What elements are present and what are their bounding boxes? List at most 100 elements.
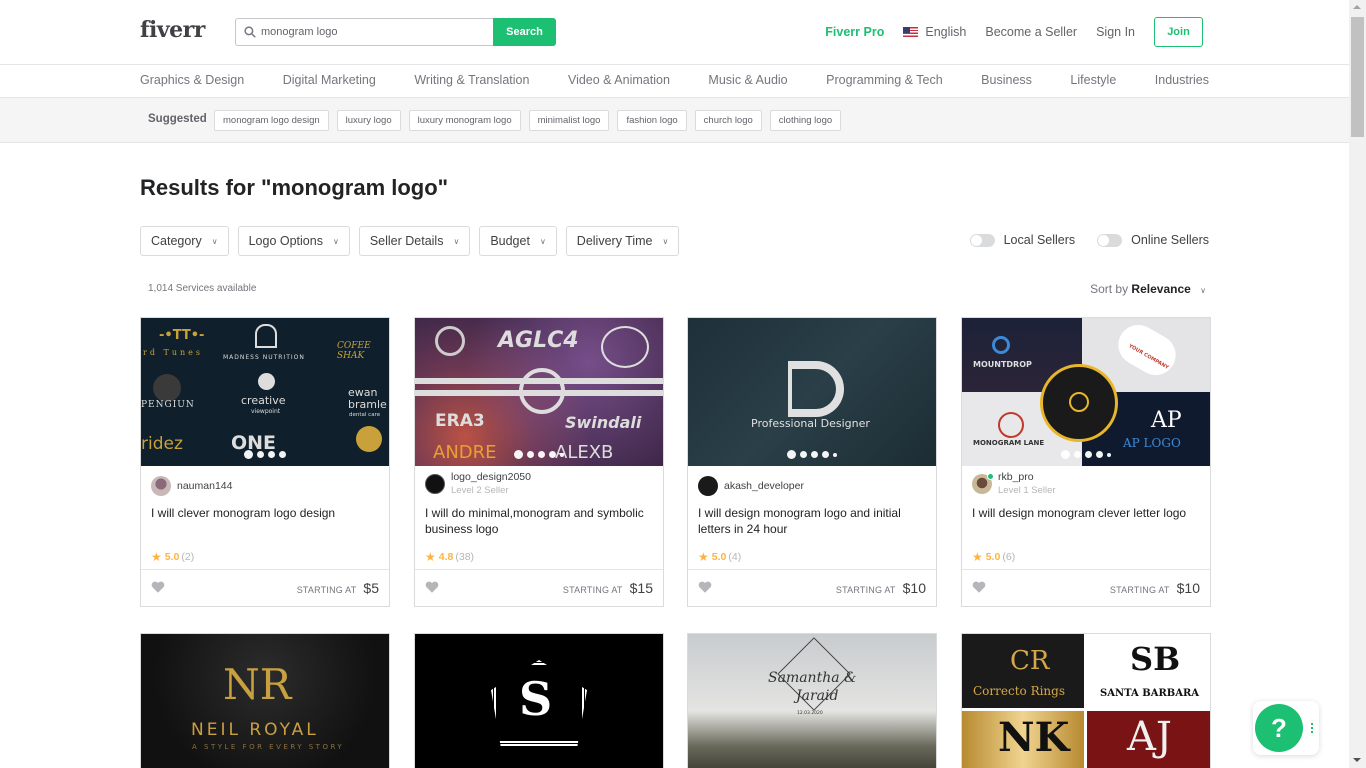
seller-avatar[interactable] — [425, 474, 445, 494]
carousel-dot[interactable] — [527, 451, 534, 458]
category-programming-tech[interactable]: Programming & Tech — [826, 73, 943, 87]
page-scrollbar[interactable] — [1349, 0, 1366, 768]
seller-name[interactable]: logo_design2050 — [451, 471, 531, 484]
more-options-icon[interactable] — [1311, 723, 1313, 735]
gig-image[interactable]: -•TT•- rd Tunes MADNESS NUTRITION COFEE … — [141, 318, 389, 466]
scroll-up-arrow-icon[interactable] — [1353, 5, 1361, 9]
carousel-dot[interactable] — [538, 451, 545, 458]
category-music-audio[interactable]: Music & Audio — [708, 73, 787, 87]
rating-score: 4.8 — [438, 551, 454, 563]
seller-name[interactable]: akash_developer — [724, 480, 804, 493]
carousel-dot[interactable] — [1085, 451, 1092, 458]
suggested-tag[interactable]: monogram logo design — [214, 110, 329, 131]
carousel-dot[interactable] — [257, 451, 264, 458]
carousel-dot[interactable] — [244, 450, 253, 459]
services-count: 1,014 Services available — [148, 283, 257, 294]
fiverr-logo[interactable]: fiverr — [140, 17, 205, 43]
price-value: $5 — [363, 580, 379, 596]
category-digital-marketing[interactable]: Digital Marketing — [283, 73, 376, 87]
carousel-dot[interactable] — [833, 452, 837, 457]
gig-image[interactable]: MOUNTDROP YOUR COMPANY MONOGRAM LANE AP … — [962, 318, 1210, 466]
category-menu: Graphics & Design Digital Marketing Writ… — [0, 65, 1349, 98]
gig-rating: ★ 5.0 (6) — [972, 550, 1015, 564]
carousel-dot[interactable] — [1096, 451, 1103, 458]
carousel-dot[interactable] — [822, 451, 829, 458]
scrollbar-thumb[interactable] — [1351, 17, 1364, 137]
gig-title[interactable]: I will clever monogram logo design — [151, 505, 379, 521]
gig-card[interactable]: CR Correcto Rings SB SANTA BARBARA NK AJ — [961, 633, 1211, 768]
search-button[interactable]: Search — [493, 18, 556, 46]
gig-card[interactable]: Samantha & Jaraid 12.03.2020 — [687, 633, 937, 768]
category-video-animation[interactable]: Video & Animation — [568, 73, 670, 87]
gig-card[interactable]: -•TT•- rd Tunes MADNESS NUTRITION COFEE … — [140, 317, 390, 607]
filter-budget[interactable]: Budget ∨ — [479, 226, 557, 256]
carousel-dot[interactable] — [800, 451, 807, 458]
carousel-dot[interactable] — [1061, 450, 1070, 459]
carousel-dot[interactable] — [514, 450, 523, 459]
seller-avatar[interactable] — [151, 476, 171, 496]
search-field[interactable] — [235, 18, 493, 46]
online-sellers-toggle[interactable] — [1097, 233, 1123, 247]
category-graphics-design[interactable]: Graphics & Design — [140, 73, 244, 87]
carousel-dot[interactable] — [1107, 452, 1111, 457]
seller-name[interactable]: rkb_pro — [998, 471, 1056, 484]
category-lifestyle[interactable]: Lifestyle — [1070, 73, 1116, 87]
fiverr-pro-link[interactable]: Fiverr Pro — [825, 25, 884, 39]
filter-delivery-time[interactable]: Delivery Time ∨ — [565, 226, 680, 256]
seller-name[interactable]: nauman144 — [177, 480, 232, 493]
category-writing-translation[interactable]: Writing & Translation — [414, 73, 529, 87]
gig-image[interactable]: S — [415, 634, 663, 768]
heart-icon[interactable] — [151, 580, 165, 594]
sign-in-link[interactable]: Sign In — [1096, 25, 1135, 39]
carousel-dot[interactable] — [1074, 451, 1081, 458]
filter-seller-details[interactable]: Seller Details ∨ — [358, 226, 471, 256]
gig-title[interactable]: I will design monogram clever letter log… — [972, 505, 1200, 521]
category-industries[interactable]: Industries — [1155, 73, 1209, 87]
sort-dropdown[interactable]: Sort by Relevance ∨ — [1090, 282, 1206, 296]
image-text: MADNESS NUTRITION — [223, 354, 305, 361]
carousel-dot[interactable] — [268, 451, 275, 458]
logo-mark — [153, 374, 181, 402]
gig-image[interactable]: NR NEIL ROYAL A STYLE FOR EVERY STORY — [141, 634, 389, 768]
help-button[interactable]: ? — [1255, 704, 1303, 752]
carousel-dot[interactable] — [787, 450, 796, 459]
carousel-dot[interactable] — [549, 451, 556, 458]
heart-icon[interactable] — [972, 580, 986, 594]
gig-card[interactable]: MOUNTDROP YOUR COMPANY MONOGRAM LANE AP … — [961, 317, 1211, 607]
carousel-dot[interactable] — [279, 451, 286, 458]
carousel-dot[interactable] — [811, 451, 818, 458]
filter-category[interactable]: Category ∨ — [140, 226, 229, 256]
gig-image[interactable]: CR Correcto Rings SB SANTA BARBARA NK AJ — [962, 634, 1210, 768]
gig-image[interactable]: AGLC4 ERA3 Swindali ANDRE ALEXB — [415, 318, 663, 466]
image-text: PENGIUN — [141, 400, 195, 410]
local-sellers-toggle[interactable] — [969, 233, 995, 247]
join-button[interactable]: Join — [1154, 17, 1203, 47]
filter-logo-options[interactable]: Logo Options ∨ — [237, 226, 350, 256]
category-business[interactable]: Business — [981, 73, 1032, 87]
seller-avatar[interactable] — [972, 473, 994, 494]
gig-card[interactable]: S — [414, 633, 664, 768]
sort-value: Relevance — [1131, 282, 1191, 296]
seller-avatar[interactable] — [698, 476, 718, 496]
heart-icon[interactable] — [425, 580, 439, 594]
suggested-tag[interactable]: church logo — [694, 110, 762, 131]
gig-card[interactable]: NR NEIL ROYAL A STYLE FOR EVERY STORY — [140, 633, 390, 768]
suggested-tag[interactable]: luxury logo — [336, 110, 401, 131]
heart-icon[interactable] — [698, 580, 712, 594]
image-text: COFEE SHAK — [337, 341, 371, 361]
become-seller-link[interactable]: Become a Seller — [985, 25, 1077, 39]
gig-image[interactable]: Samantha & Jaraid 12.03.2020 — [688, 634, 936, 768]
gig-card[interactable]: Professional Designer akash_developer I … — [687, 317, 937, 607]
language-selector[interactable]: English — [903, 25, 966, 39]
gig-card[interactable]: AGLC4 ERA3 Swindali ANDRE ALEXB logo_des… — [414, 317, 664, 607]
suggested-tag[interactable]: fashion logo — [617, 110, 687, 131]
suggested-tag[interactable]: clothing logo — [769, 110, 842, 131]
gig-title[interactable]: I will do minimal,monogram and symbolic … — [425, 505, 653, 537]
gig-image[interactable]: Professional Designer — [688, 318, 936, 466]
gig-title[interactable]: I will design monogram logo and initial … — [698, 505, 926, 537]
scroll-down-arrow-icon[interactable] — [1353, 758, 1361, 762]
suggested-tag[interactable]: minimalist logo — [528, 110, 610, 131]
carousel-dot[interactable] — [560, 452, 564, 457]
suggested-tag[interactable]: luxury monogram logo — [408, 110, 521, 131]
search-input[interactable] — [261, 26, 481, 38]
